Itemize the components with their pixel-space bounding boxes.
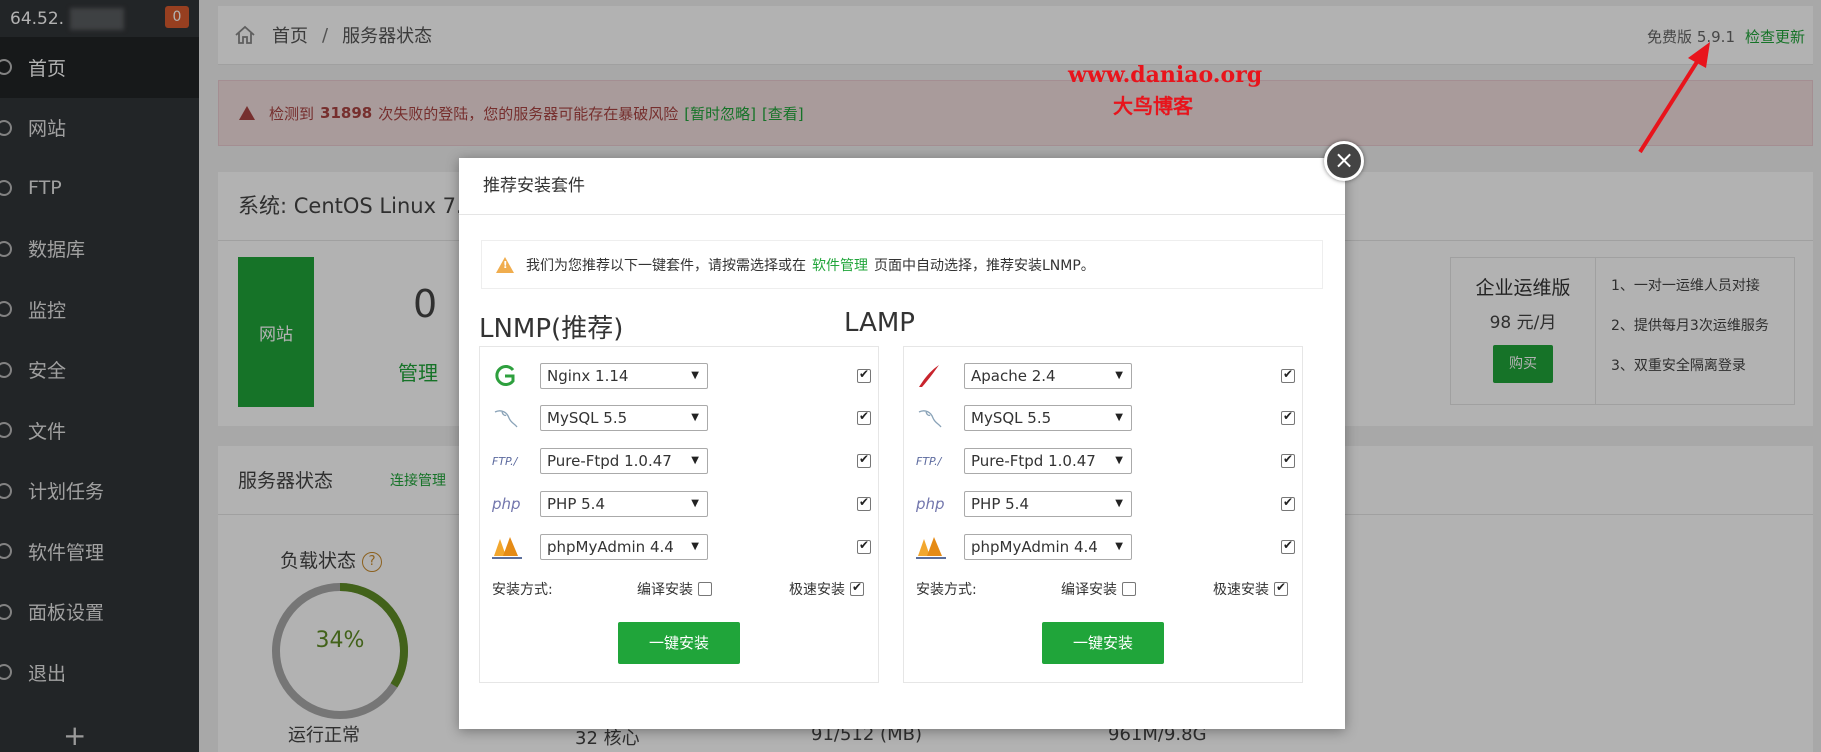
recommend-suite-dialog: 推荐安装套件 ! 我们为您推荐以下一键套件，请按需选择或在 软件管理 页面中自动… (459, 158, 1345, 729)
apache-icon (916, 361, 952, 391)
lamp-panel: Apache 2.4 MySQL 5.5 FTP./ Pure-Ftpd 1.0… (903, 346, 1303, 683)
ftp-icon: FTP./ (492, 454, 518, 468)
warning-icon: ! (496, 256, 514, 273)
ftp-checkbox[interactable] (857, 452, 871, 468)
php-checkbox[interactable] (1281, 495, 1295, 511)
phpmyadmin-icon (916, 532, 952, 562)
ftp-checkbox[interactable] (1281, 452, 1295, 468)
compile-install-option[interactable]: 编译安装 (1061, 579, 1136, 599)
ftp-version-select[interactable]: Pure-Ftpd 1.0.47 (540, 448, 708, 474)
watermark-name: 大鸟博客 (1113, 94, 1193, 118)
nginx-icon (492, 361, 528, 391)
ftp-icon: FTP./ (916, 454, 942, 468)
php-icon: php (916, 495, 945, 513)
fast-install-checkbox[interactable] (1274, 580, 1288, 596)
install-method-label: 安装方式: (916, 582, 977, 598)
lnmp-panel: Nginx 1.14 MySQL 5.5 FTP./ Pure-Ftpd 1.0… (479, 346, 879, 683)
recommend-tip: ! 我们为您推荐以下一键套件，请按需选择或在 软件管理 页面中自动选择，推荐安装… (481, 240, 1323, 289)
nginx-version-select[interactable]: Nginx 1.14 (540, 363, 708, 389)
tip-text-pre: 我们为您推荐以下一键套件，请按需选择或在 (526, 257, 806, 274)
fast-install-label: 极速安装 (1213, 582, 1269, 598)
php-checkbox[interactable] (857, 495, 871, 511)
phpmyadmin-version-select[interactable]: phpMyAdmin 4.4 (964, 534, 1132, 560)
compile-install-label: 编译安装 (1061, 582, 1117, 598)
mysql-version-select[interactable]: MySQL 5.5 (964, 405, 1132, 431)
lamp-row-apache: Apache 2.4 (916, 361, 1295, 391)
phpmyadmin-icon (492, 532, 528, 562)
lnmp-title: LNMP(推荐) (479, 314, 624, 344)
fast-install-label: 极速安装 (789, 582, 845, 598)
php-icon: php (492, 495, 521, 513)
lamp-row-phpmyadmin: phpMyAdmin 4.4 (916, 532, 1295, 562)
phpmyadmin-checkbox[interactable] (1281, 538, 1295, 554)
close-icon[interactable]: × (1324, 141, 1364, 181)
tip-text-post: 页面中自动选择，推荐安装LNMP。 (874, 257, 1095, 274)
compile-install-option[interactable]: 编译安装 (637, 579, 712, 599)
lamp-title: LAMP (844, 308, 915, 338)
red-arrow-annotation (1638, 42, 1710, 154)
nginx-checkbox[interactable] (857, 367, 871, 383)
lamp-install-button[interactable]: 一键安装 (1042, 622, 1164, 664)
lnmp-install-button[interactable]: 一键安装 (618, 622, 740, 664)
fast-install-checkbox[interactable] (850, 580, 864, 596)
ftp-version-select[interactable]: Pure-Ftpd 1.0.47 (964, 448, 1132, 474)
fast-install-option[interactable]: 极速安装 (1213, 579, 1288, 599)
compile-install-label: 编译安装 (637, 582, 693, 598)
lnmp-row-mysql: MySQL 5.5 (492, 403, 871, 433)
php-version-select[interactable]: PHP 5.4 (964, 491, 1132, 517)
watermark-url: www.daniao.org (1068, 62, 1263, 88)
phpmyadmin-version-select[interactable]: phpMyAdmin 4.4 (540, 534, 708, 560)
mysql-checkbox[interactable] (857, 409, 871, 425)
phpmyadmin-checkbox[interactable] (857, 538, 871, 554)
compile-install-checkbox[interactable] (1122, 582, 1136, 596)
lnmp-row-php: php PHP 5.4 (492, 489, 871, 519)
lamp-row-ftp: FTP./ Pure-Ftpd 1.0.47 (916, 446, 1295, 476)
apache-checkbox[interactable] (1281, 367, 1295, 383)
fast-install-option[interactable]: 极速安装 (789, 579, 864, 599)
compile-install-checkbox[interactable] (698, 582, 712, 596)
mysql-icon (916, 403, 952, 433)
lamp-row-php: php PHP 5.4 (916, 489, 1295, 519)
apache-version-select[interactable]: Apache 2.4 (964, 363, 1132, 389)
lamp-row-mysql: MySQL 5.5 (916, 403, 1295, 433)
lnmp-row-ftp: FTP./ Pure-Ftpd 1.0.47 (492, 446, 871, 476)
lnmp-row-phpmyadmin: phpMyAdmin 4.4 (492, 532, 871, 562)
mysql-checkbox[interactable] (1281, 409, 1295, 425)
lnmp-row-nginx: Nginx 1.14 (492, 361, 871, 391)
software-manage-link[interactable]: 软件管理 (812, 255, 868, 275)
mysql-icon (492, 403, 528, 433)
install-method-label: 安装方式: (492, 582, 553, 598)
mysql-version-select[interactable]: MySQL 5.5 (540, 405, 708, 431)
php-version-select[interactable]: PHP 5.4 (540, 491, 708, 517)
dialog-title: 推荐安装套件 (459, 158, 1345, 215)
